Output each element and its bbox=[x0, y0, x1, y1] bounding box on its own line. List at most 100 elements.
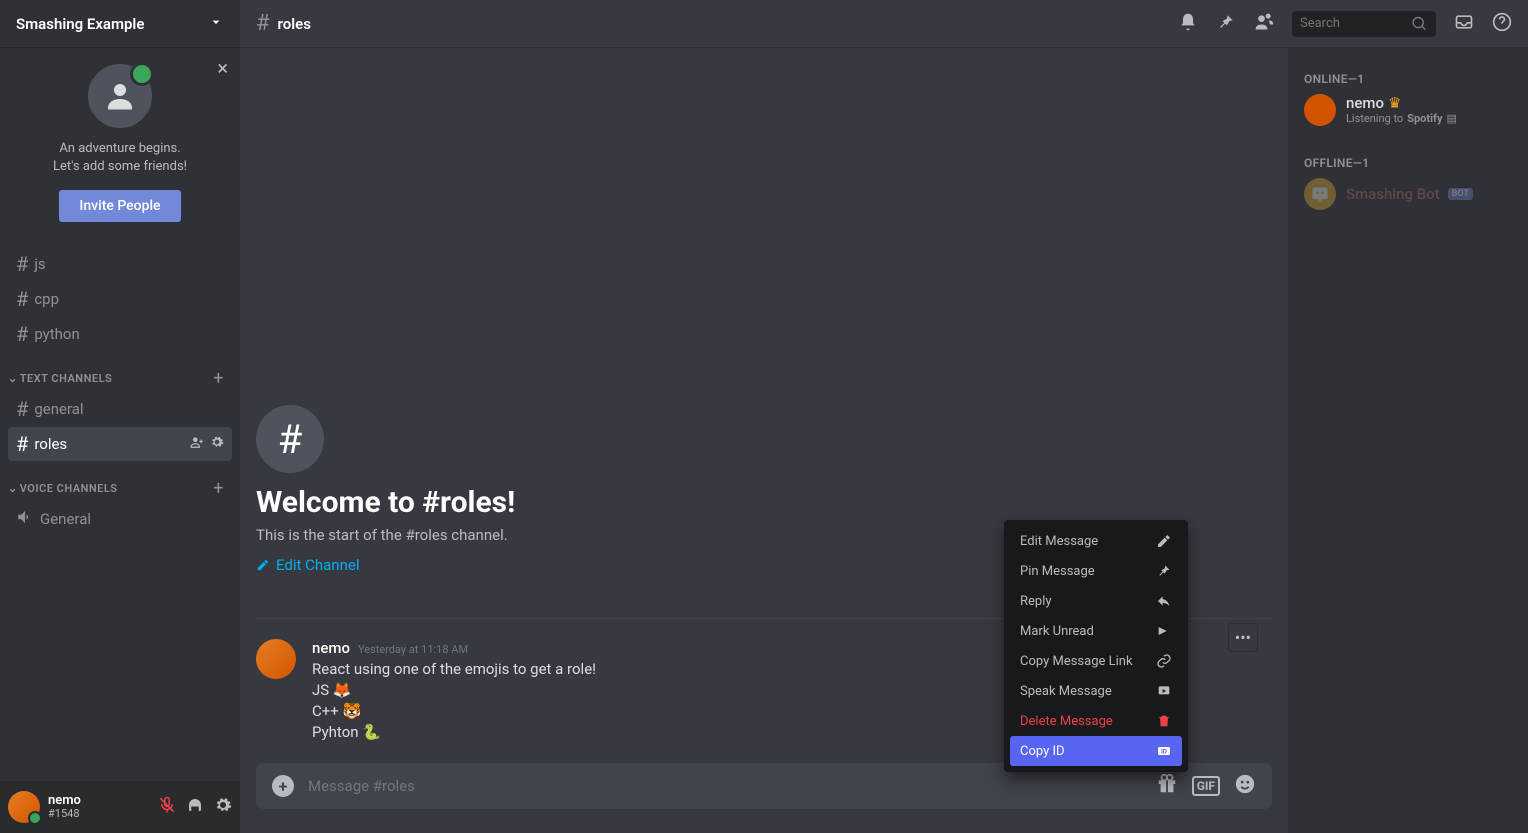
search-box[interactable] bbox=[1292, 11, 1436, 37]
svg-text:ID: ID bbox=[1161, 749, 1167, 756]
pin-icon bbox=[1156, 563, 1172, 579]
text-channels-category[interactable]: ⌄ TEXT CHANNELS + bbox=[0, 352, 240, 391]
ctx-delete-message[interactable]: Delete Message bbox=[1010, 706, 1182, 736]
member-nemo[interactable]: nemo ♛ Listening to Spotify ▤ bbox=[1296, 90, 1520, 130]
member-list: ONLINE—1 nemo ♛ Listening to Spotify ▤ O… bbox=[1288, 48, 1528, 833]
message-avatar[interactable] bbox=[256, 639, 296, 679]
add-channel-icon[interactable]: + bbox=[213, 478, 232, 499]
user-avatar[interactable] bbox=[8, 791, 40, 823]
channel-general[interactable]: # general bbox=[8, 392, 232, 426]
link-icon bbox=[1156, 653, 1172, 669]
ctx-label: Reply bbox=[1020, 594, 1052, 609]
ctx-edit-message[interactable]: Edit Message bbox=[1010, 526, 1182, 556]
invite-text-2: Let's add some friends! bbox=[16, 158, 224, 176]
channel-sidebar: Smashing Example × An adventure begins. … bbox=[0, 0, 240, 833]
reply-icon bbox=[1156, 593, 1172, 609]
channel-label: python bbox=[34, 325, 79, 343]
member-avatar bbox=[1304, 94, 1336, 126]
search-icon bbox=[1411, 14, 1428, 34]
member-status-app: Spotify bbox=[1407, 112, 1442, 125]
channel-label: cpp bbox=[34, 290, 59, 308]
ctx-speak-message[interactable]: Speak Message bbox=[1010, 676, 1182, 706]
welcome-title: Welcome to #roles! bbox=[256, 485, 1272, 520]
speak-icon bbox=[1156, 683, 1172, 699]
category-label: TEXT CHANNELS bbox=[20, 372, 113, 385]
member-name: Smashing Bot bbox=[1346, 185, 1440, 203]
chevron-down-icon bbox=[208, 14, 224, 34]
message-timestamp: Yesterday at 11:18 AM bbox=[358, 643, 468, 656]
composer: + GIF bbox=[240, 763, 1288, 833]
member-name: nemo bbox=[1346, 94, 1384, 112]
attach-icon[interactable]: + bbox=[272, 775, 294, 797]
members-icon[interactable] bbox=[1254, 12, 1274, 36]
ctx-label: Mark Unread bbox=[1020, 624, 1094, 639]
channel-label: general bbox=[34, 400, 83, 418]
mute-icon[interactable] bbox=[158, 796, 176, 818]
message-context-menu: Edit Message Pin Message Reply Mark Unre… bbox=[1004, 520, 1188, 772]
top-bar: # roles bbox=[240, 0, 1528, 48]
add-channel-icon[interactable]: + bbox=[213, 368, 232, 389]
ctx-pin-message[interactable]: Pin Message bbox=[1010, 556, 1182, 586]
edit-channel-label: Edit Channel bbox=[276, 556, 359, 574]
crown-icon: ♛ bbox=[1388, 94, 1401, 112]
main-area: # roles # Welcome to #roles! This is the… bbox=[240, 0, 1528, 833]
channel-title: roles bbox=[278, 15, 311, 33]
channel-python[interactable]: # python bbox=[8, 317, 232, 351]
help-icon[interactable] bbox=[1492, 12, 1512, 36]
user-panel: nemo #1548 bbox=[0, 781, 240, 833]
server-header[interactable]: Smashing Example bbox=[0, 0, 240, 48]
channel-list: # js # cpp # python ⌄ TEXT CHANNELS + # … bbox=[0, 238, 240, 781]
deafen-icon[interactable] bbox=[186, 796, 204, 818]
edit-channel-link[interactable]: Edit Channel bbox=[256, 556, 359, 574]
hash-icon: # bbox=[16, 287, 28, 311]
ctx-label: Copy ID bbox=[1020, 744, 1065, 759]
pin-icon[interactable] bbox=[1216, 12, 1236, 36]
ctx-copy-id[interactable]: Copy ID ID bbox=[1010, 736, 1182, 766]
member-avatar bbox=[1304, 178, 1336, 210]
hash-icon: # bbox=[16, 252, 28, 276]
search-input[interactable] bbox=[1300, 16, 1411, 31]
channel-cpp[interactable]: # cpp bbox=[8, 282, 232, 316]
member-smashing-bot[interactable]: Smashing Bot BOT bbox=[1296, 174, 1520, 214]
ctx-copy-link[interactable]: Copy Message Link bbox=[1010, 646, 1182, 676]
gift-icon[interactable] bbox=[1156, 773, 1178, 799]
message-author[interactable]: nemo bbox=[312, 639, 350, 657]
online-category: ONLINE—1 bbox=[1296, 64, 1520, 90]
hash-icon: # bbox=[16, 432, 28, 456]
invite-text-1: An adventure begins. bbox=[16, 140, 224, 158]
channel-roles[interactable]: # roles bbox=[8, 427, 232, 461]
hash-icon: # bbox=[256, 11, 270, 36]
message-actions-button[interactable]: ••• bbox=[1228, 623, 1258, 652]
close-icon[interactable]: × bbox=[217, 56, 228, 80]
channel-js[interactable]: # js bbox=[8, 247, 232, 281]
user-name: nemo bbox=[48, 794, 158, 808]
id-icon: ID bbox=[1156, 743, 1172, 759]
speaker-icon bbox=[16, 507, 34, 531]
channel-label: js bbox=[34, 255, 45, 273]
ctx-label: Edit Message bbox=[1020, 534, 1098, 549]
gif-icon[interactable]: GIF bbox=[1192, 776, 1220, 796]
rich-presence-icon: ▤ bbox=[1446, 112, 1456, 125]
channel-label: roles bbox=[34, 435, 67, 453]
offline-category: OFFLINE—1 bbox=[1296, 148, 1520, 174]
invite-people-button[interactable]: Invite People bbox=[59, 190, 180, 222]
notifications-icon[interactable] bbox=[1178, 12, 1198, 36]
ctx-label: Speak Message bbox=[1020, 684, 1112, 699]
pencil-icon bbox=[1156, 533, 1172, 549]
invite-panel: × An adventure begins. Let's add some fr… bbox=[0, 48, 240, 238]
ctx-reply[interactable]: Reply bbox=[1010, 586, 1182, 616]
inbox-icon[interactable] bbox=[1454, 12, 1474, 36]
voice-channel-general[interactable]: General bbox=[8, 502, 232, 536]
member-status: Listening to bbox=[1346, 112, 1403, 125]
invite-avatar bbox=[88, 64, 152, 128]
message-input[interactable] bbox=[308, 777, 1142, 795]
gear-icon[interactable] bbox=[210, 435, 224, 453]
voice-channels-category[interactable]: ⌄ VOICE CHANNELS + bbox=[0, 462, 240, 501]
hash-icon: # bbox=[16, 397, 28, 421]
channel-label: General bbox=[40, 510, 91, 528]
emoji-icon[interactable] bbox=[1234, 773, 1256, 799]
hash-icon: # bbox=[256, 405, 324, 473]
invite-icon[interactable] bbox=[190, 435, 204, 453]
ctx-mark-unread[interactable]: Mark Unread bbox=[1010, 616, 1182, 646]
settings-icon[interactable] bbox=[214, 796, 232, 818]
